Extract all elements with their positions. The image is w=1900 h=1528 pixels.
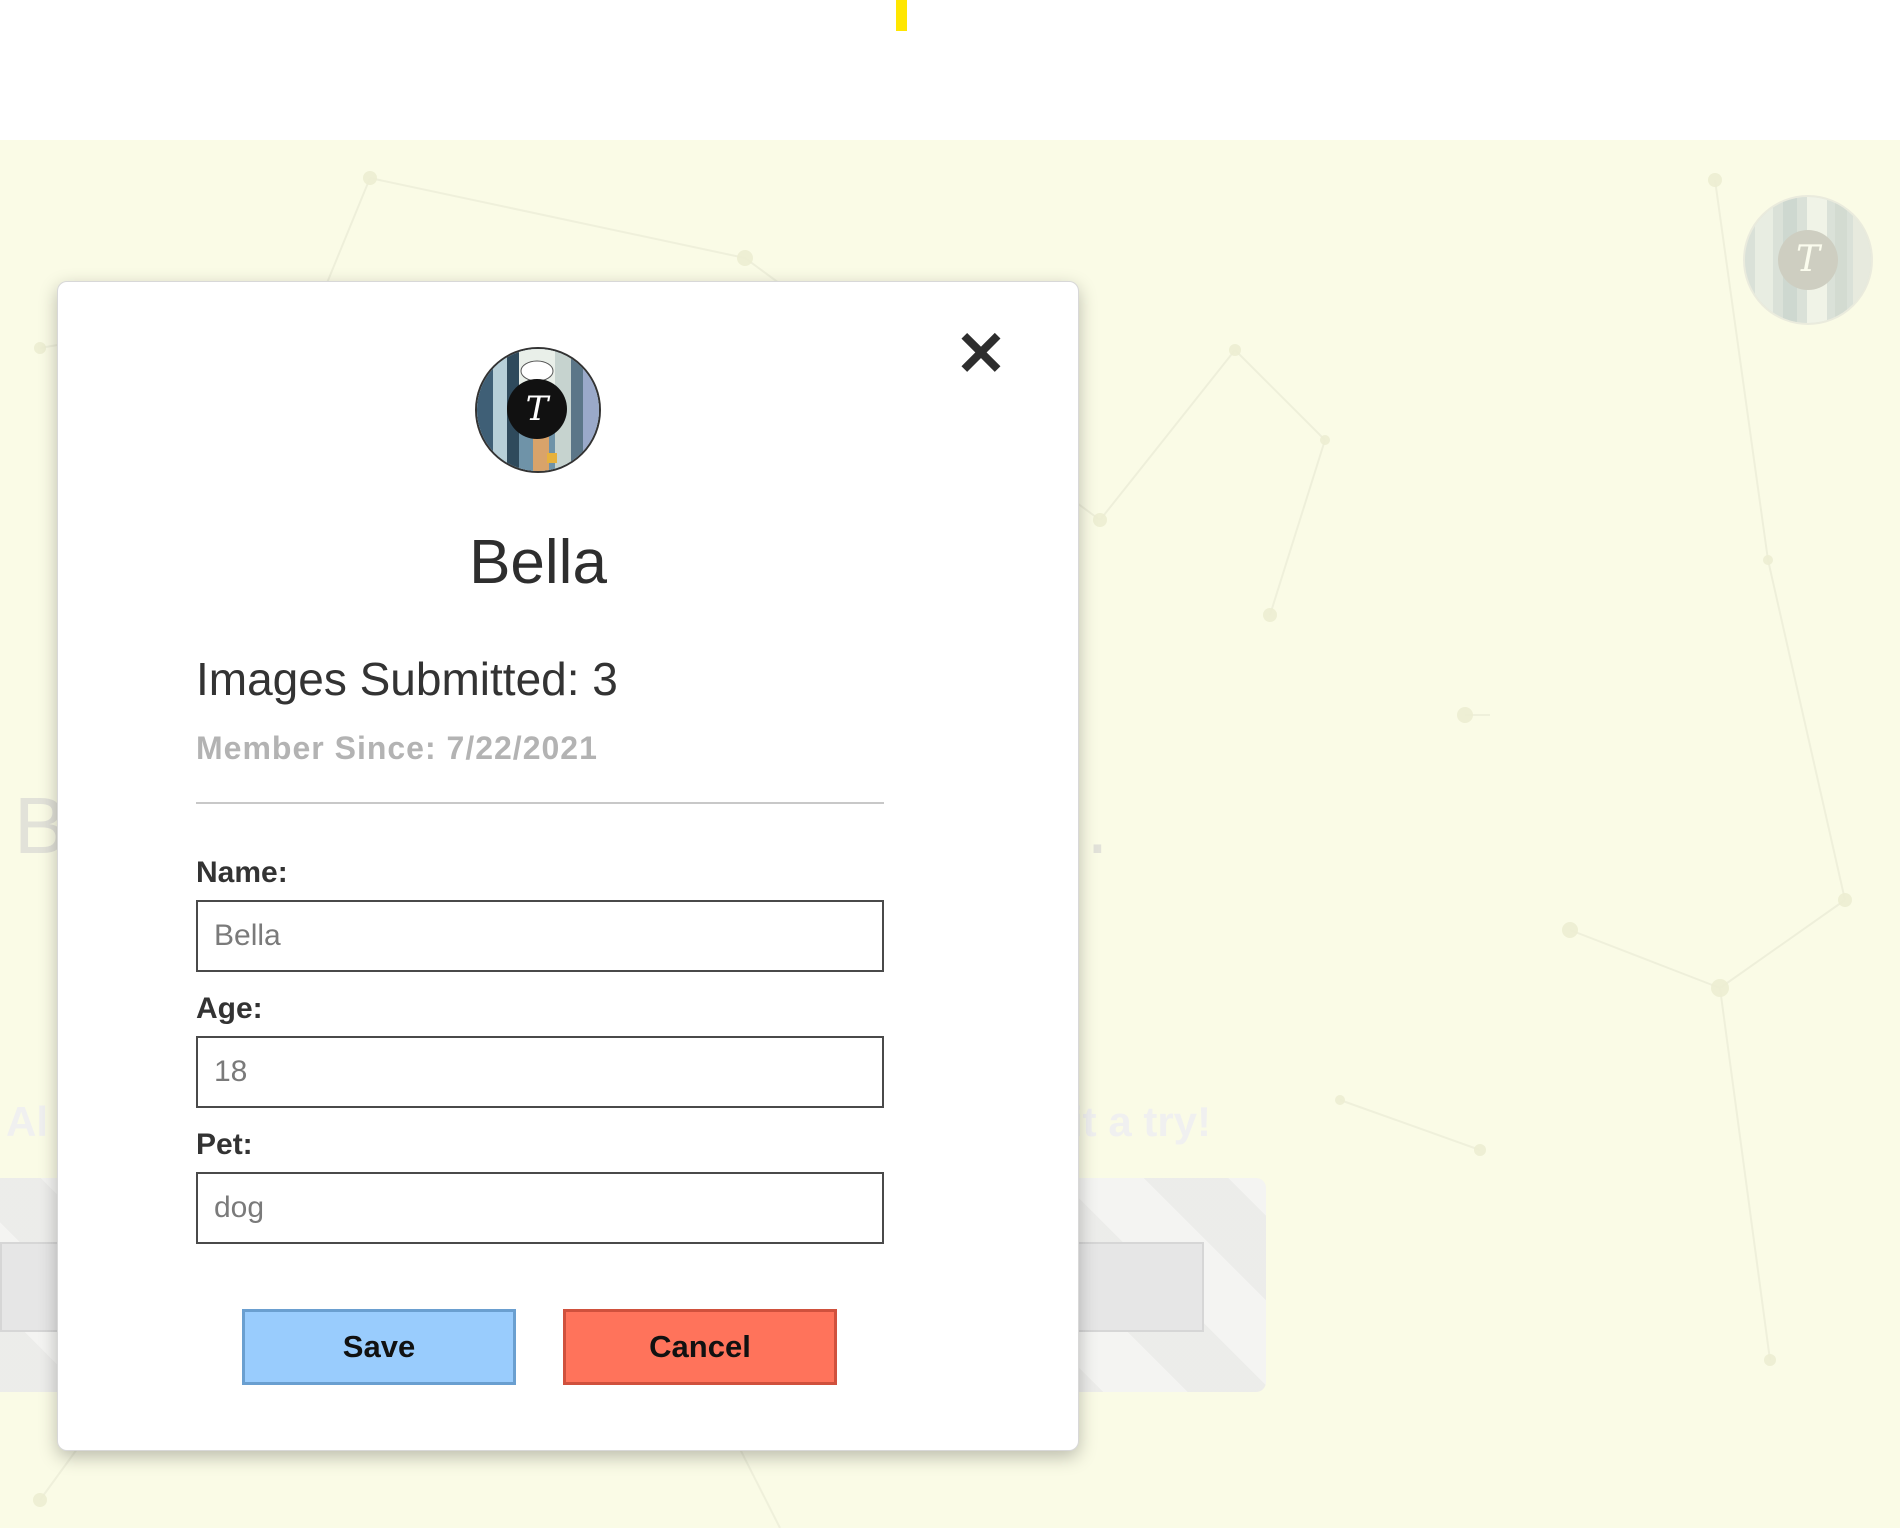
- background-subheading-right: it a try!: [1071, 1098, 1212, 1145]
- pet-input[interactable]: [196, 1172, 884, 1244]
- name-field-label: Name:: [196, 856, 288, 889]
- yellow-accent-mark: [896, 0, 907, 31]
- age-input[interactable]: [196, 1036, 884, 1108]
- close-icon[interactable]: ✕: [946, 320, 1016, 390]
- profile-modal: ✕ T Bella Images Submitted: 3 Member Sin…: [57, 281, 1079, 1451]
- name-input[interactable]: [196, 900, 884, 972]
- section-divider: [196, 802, 884, 804]
- header-user-avatar[interactable]: T: [1743, 195, 1873, 325]
- age-field-label: Age:: [196, 992, 263, 1025]
- pet-field-label: Pet:: [196, 1128, 253, 1161]
- images-submitted: Images Submitted: 3: [196, 653, 618, 705]
- cancel-button[interactable]: Cancel: [563, 1309, 837, 1385]
- avatar-initial: T: [507, 379, 567, 439]
- profile-avatar: T: [475, 347, 601, 473]
- background-subheading-left: Al: [6, 1098, 48, 1145]
- avatar-initial: T: [1778, 230, 1838, 290]
- profile-name: Bella: [469, 528, 607, 597]
- background-subheading: Al it a try!: [6, 1098, 1211, 1146]
- save-button[interactable]: Save: [242, 1309, 516, 1385]
- top-header: [0, 0, 1900, 140]
- member-since: Member Since: 7/22/2021: [196, 730, 598, 766]
